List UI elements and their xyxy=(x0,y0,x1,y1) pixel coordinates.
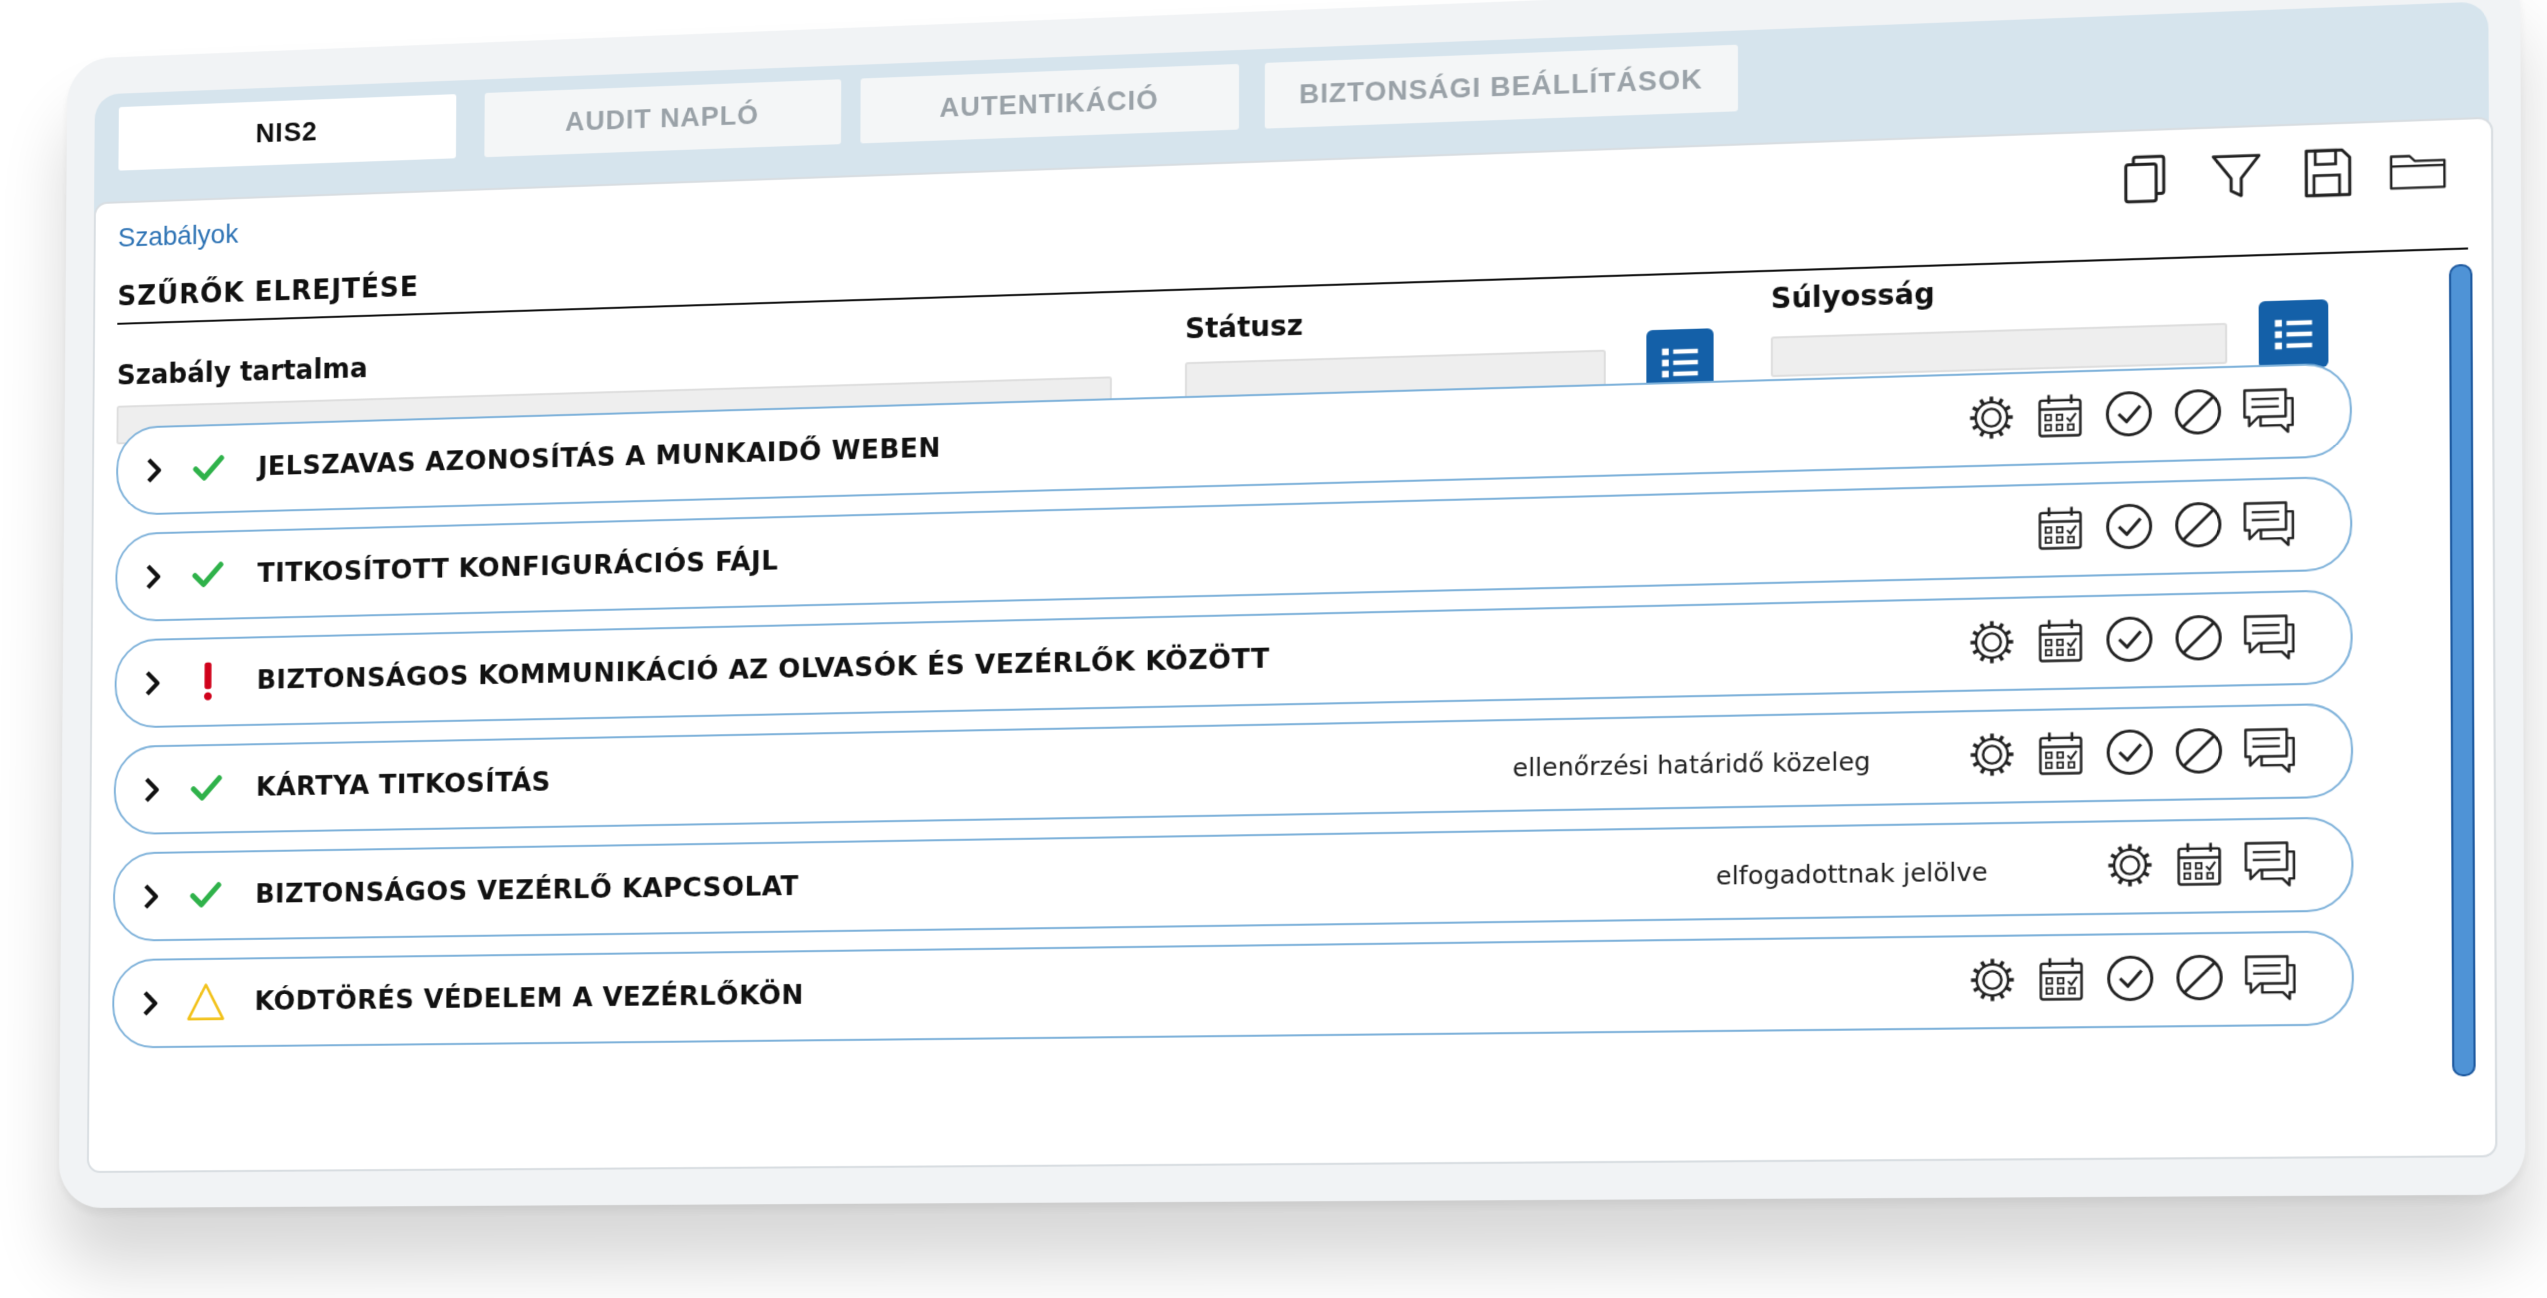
gear-icon[interactable] xyxy=(1965,615,2019,669)
calendar-icon[interactable] xyxy=(2033,501,2087,556)
comment-icon[interactable] xyxy=(2242,950,2297,1004)
folder-icon[interactable] xyxy=(2387,139,2449,201)
rule-title: BIZTONSÁGOS VEZÉRLŐ KAPCSOLAT xyxy=(255,871,799,910)
check-icon xyxy=(189,447,230,491)
rule-title: BIZTONSÁGOS KOMMUNIKÁCIÓ AZ OLVASÓK ÉS V… xyxy=(256,643,1270,696)
calendar-icon[interactable] xyxy=(2033,614,2087,668)
scrollbar[interactable] xyxy=(2448,263,2476,1077)
chevron-right-icon[interactable] xyxy=(142,776,163,804)
copy-icon[interactable] xyxy=(2116,148,2177,209)
rule-note: elfogadottnak jelölve xyxy=(1715,857,1988,891)
warning-icon xyxy=(185,981,227,1024)
gear-icon[interactable] xyxy=(2103,838,2158,892)
rule-title: TITKOSÍTOTT KONFIGURÁCIÓS FÁJL xyxy=(257,545,779,589)
rule-content-label: Szabály tartalma xyxy=(116,351,368,392)
check-circle-icon[interactable] xyxy=(2103,951,2158,1005)
block-icon[interactable] xyxy=(2171,610,2226,665)
tab-autentikacio[interactable]: AUTENTIKÁCIÓ xyxy=(860,63,1240,144)
rule-note: ellenőrzési határidő közeleg xyxy=(1512,746,1871,783)
chevron-right-icon[interactable] xyxy=(143,669,164,697)
save-icon[interactable] xyxy=(2296,142,2357,204)
exclamation-icon xyxy=(203,662,212,701)
comment-icon[interactable] xyxy=(2241,722,2296,777)
filter-icon[interactable] xyxy=(2206,145,2267,207)
calendar-icon[interactable] xyxy=(2172,837,2227,891)
block-icon[interactable] xyxy=(2172,950,2227,1004)
check-circle-icon[interactable] xyxy=(2102,386,2156,441)
block-icon[interactable] xyxy=(2172,724,2227,778)
tab-nis2[interactable]: NIS2 xyxy=(118,94,457,171)
check-circle-icon[interactable] xyxy=(2102,725,2157,779)
severity-filter-label: Súlyosság xyxy=(1770,276,1935,316)
comment-icon[interactable] xyxy=(2241,836,2296,890)
check-circle-icon[interactable] xyxy=(2102,499,2157,554)
comment-icon[interactable] xyxy=(2240,382,2295,437)
check-icon xyxy=(186,874,227,917)
list-icon xyxy=(2274,319,2313,350)
rule-row[interactable]: KÁRTYA TITKOSÍTÁS ellenőrzési határidő kö… xyxy=(113,702,2354,836)
rule-actions xyxy=(1964,382,2294,444)
rule-row[interactable]: BIZTONSÁGOS VEZÉRLŐ KAPCSOLAT elfogadottn… xyxy=(112,816,2354,942)
rule-title: KÁRTYA TITKOSÍTÁS xyxy=(255,766,551,803)
app-window: NIS2 AUDIT NAPLÓ AUTENTIKÁCIÓ BIZTONSÁGI… xyxy=(58,0,2526,1209)
rule-actions xyxy=(2103,836,2297,892)
rule-actions xyxy=(2033,496,2295,556)
block-icon[interactable] xyxy=(2171,497,2226,552)
check-icon xyxy=(187,767,228,810)
chevron-right-icon[interactable] xyxy=(140,990,161,1017)
gear-icon[interactable] xyxy=(1965,728,2019,782)
block-icon[interactable] xyxy=(2171,384,2226,439)
comment-icon[interactable] xyxy=(2240,496,2295,551)
check-circle-icon[interactable] xyxy=(2102,612,2157,667)
rule-actions xyxy=(1965,950,2296,1007)
rule-actions xyxy=(1965,609,2296,669)
calendar-icon[interactable] xyxy=(2033,388,2087,443)
rule-actions xyxy=(1965,722,2296,781)
toolbar xyxy=(2116,139,2449,210)
comment-icon[interactable] xyxy=(2241,609,2296,664)
rule-row[interactable]: KÓDTÖRÉS VÉDELEM A VEZÉRLŐKÖN xyxy=(112,930,2355,1049)
calendar-icon[interactable] xyxy=(2034,726,2088,780)
gear-icon[interactable] xyxy=(1965,953,2019,1007)
breadcrumb[interactable]: Szabályok xyxy=(118,218,239,253)
severity-list-button[interactable] xyxy=(2258,299,2329,370)
rule-title: JELSZAVAS AZONOSÍTÁS A MUNKAIDŐ WEBEN xyxy=(258,432,941,483)
rules-panel: Szabályok SZŰRŐK ELREJTÉSE Szabály tarta… xyxy=(86,116,2498,1173)
hide-filters-button[interactable]: SZŰRŐK ELREJTÉSE xyxy=(117,270,419,312)
chevron-right-icon[interactable] xyxy=(143,563,164,591)
gear-icon[interactable] xyxy=(1964,390,2018,445)
calendar-icon[interactable] xyxy=(2034,952,2088,1006)
tab-audit-naplo[interactable]: AUDIT NAPLÓ xyxy=(484,79,842,158)
rule-title: KÓDTÖRÉS VÉDELEM A VEZÉRLŐKÖN xyxy=(254,979,804,1017)
list-icon xyxy=(1662,348,1698,378)
status-filter-label: Státusz xyxy=(1185,308,1303,346)
chevron-right-icon[interactable] xyxy=(144,457,165,485)
chevron-right-icon[interactable] xyxy=(141,883,162,910)
check-icon xyxy=(188,554,229,598)
